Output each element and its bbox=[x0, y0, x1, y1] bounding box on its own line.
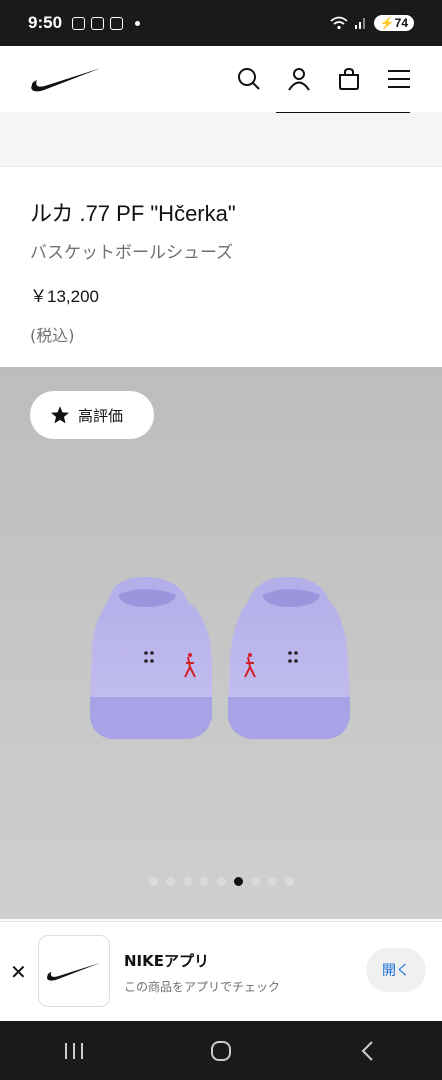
product-image bbox=[90, 577, 350, 739]
app-subtitle: この商品をアプリでチェック bbox=[124, 980, 281, 994]
product-gallery[interactable]: 高評価 bbox=[0, 367, 442, 919]
menu-icon[interactable] bbox=[386, 66, 412, 92]
gallery-dot[interactable] bbox=[267, 877, 277, 886]
wifi-icon bbox=[330, 16, 348, 30]
shield-icon bbox=[110, 16, 124, 30]
product-category: バスケットボールシューズ bbox=[30, 243, 234, 263]
back-icon[interactable] bbox=[348, 1031, 388, 1071]
nike-swoosh-icon bbox=[47, 962, 102, 981]
product-name: ルカ .77 PF "Hčerka" bbox=[30, 201, 236, 226]
system-nav-bar bbox=[0, 1021, 442, 1080]
highly-rated-badge: 高評価 bbox=[30, 391, 154, 439]
gallery-dot[interactable] bbox=[148, 877, 158, 886]
bag-icon[interactable] bbox=[336, 66, 362, 92]
battery-level: 74 bbox=[394, 16, 408, 30]
tax-note: (税込) bbox=[30, 326, 75, 345]
gallery-dot[interactable] bbox=[233, 877, 243, 886]
badge-label: 高評価 bbox=[78, 406, 124, 425]
star-icon bbox=[51, 406, 69, 424]
promo-strip bbox=[0, 112, 442, 167]
gallery-dot[interactable] bbox=[182, 877, 192, 886]
open-app-button[interactable]: 開く bbox=[366, 948, 426, 992]
status-time: 9:50 bbox=[28, 13, 63, 32]
gallery-pagination[interactable] bbox=[0, 877, 442, 886]
signal-icon bbox=[354, 18, 365, 29]
app-title: NIKEアプリ bbox=[124, 952, 210, 970]
gallery-dot[interactable] bbox=[165, 877, 175, 886]
promo-underline bbox=[276, 112, 410, 113]
app-logo bbox=[38, 935, 110, 1007]
left-shoe bbox=[90, 577, 212, 739]
more-notifications-icon bbox=[135, 20, 141, 26]
product-price: ￥13,200 bbox=[30, 287, 99, 306]
home-icon[interactable] bbox=[201, 1031, 241, 1071]
recent-apps-icon[interactable] bbox=[54, 1031, 94, 1071]
app-banner: ✕ NIKEアプリ この商品をアプリでチェック 開く bbox=[0, 921, 442, 1019]
status-bar: 9:50 ⚡74 bbox=[0, 0, 442, 46]
user-icon[interactable] bbox=[286, 66, 312, 92]
close-icon[interactable]: ✕ bbox=[10, 960, 27, 984]
gallery-dot[interactable] bbox=[199, 877, 209, 886]
gallery-dot[interactable] bbox=[284, 877, 294, 886]
site-header bbox=[0, 46, 442, 112]
screenshot-icon bbox=[72, 16, 86, 30]
nike-swoosh-icon[interactable] bbox=[30, 65, 102, 93]
gallery-dot[interactable] bbox=[216, 877, 226, 886]
battery-indicator: ⚡74 bbox=[373, 15, 414, 31]
right-shoe bbox=[228, 577, 350, 739]
search-icon[interactable] bbox=[236, 66, 262, 92]
mail-icon bbox=[91, 16, 105, 30]
gallery-dot[interactable] bbox=[250, 877, 260, 886]
notification-icons bbox=[72, 16, 141, 30]
